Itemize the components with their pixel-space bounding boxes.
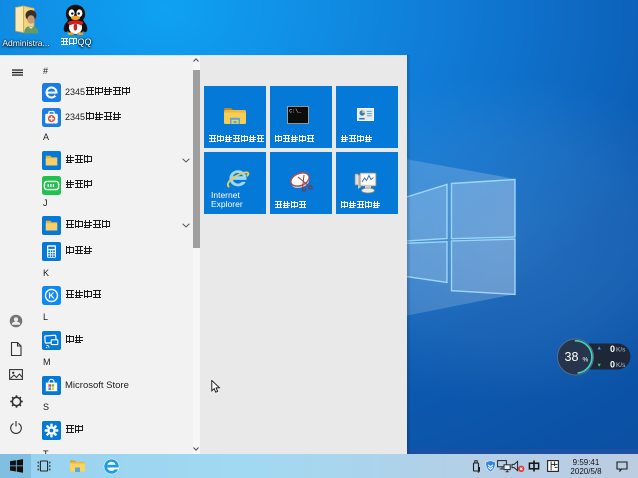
svg-text:38: 38 (565, 350, 579, 364)
svg-text:K/s: K/s (616, 362, 626, 369)
svg-text:K/s: K/s (616, 347, 626, 354)
svg-text:0: 0 (610, 360, 615, 370)
svg-text:K: K (48, 291, 55, 301)
svg-text:0: 0 (610, 344, 615, 354)
svg-text:C:\_: C:\_ (289, 109, 302, 115)
svg-text:%: % (583, 357, 589, 364)
